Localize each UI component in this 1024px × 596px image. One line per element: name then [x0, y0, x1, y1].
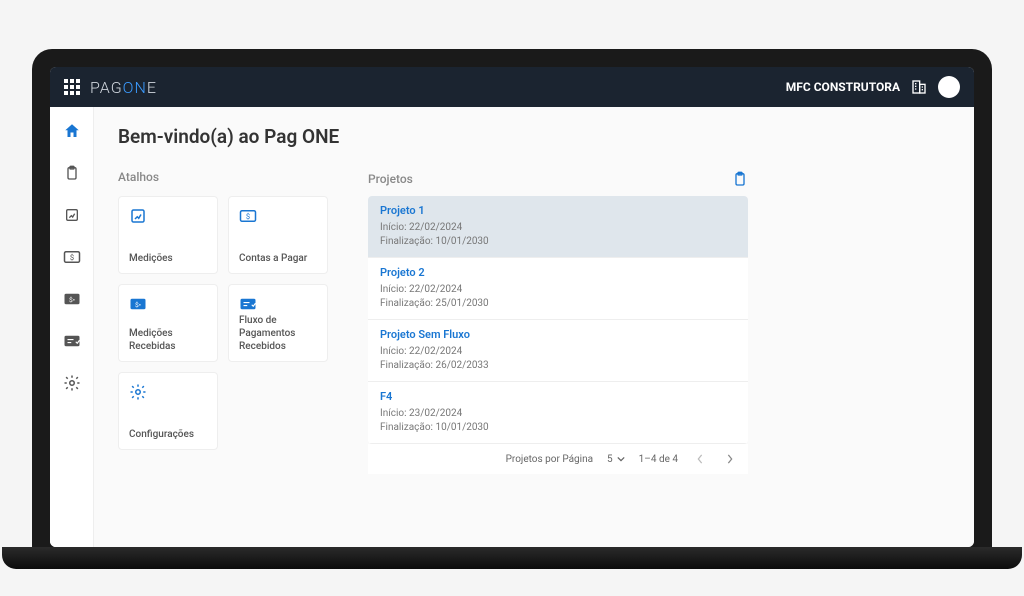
chevron-down-icon — [617, 456, 625, 462]
top-bar: PAGONE MFC CONSTRUTORA — [50, 67, 974, 107]
apps-grid-icon[interactable] — [64, 79, 80, 95]
sidebar-item-settings[interactable] — [58, 369, 86, 397]
project-title: Projeto Sem Fluxo — [380, 328, 736, 341]
project-start: Início: 23/02/2024 — [380, 407, 736, 421]
project-title: Projeto 2 — [380, 266, 736, 279]
project-list: Projeto 1Início: 22/02/2024Finalização: … — [368, 196, 748, 444]
building-icon[interactable] — [910, 79, 928, 95]
home-icon — [63, 122, 81, 140]
shortcut-label: Medições — [129, 252, 207, 265]
projects-section: Projetos Projeto 1Início: 22/02/2024Fina… — [368, 170, 748, 474]
shortcut-label: Configurações — [129, 428, 207, 441]
project-title: Projeto 1 — [380, 204, 736, 217]
brand-logo[interactable]: PAGONE — [90, 78, 157, 97]
project-start: Início: 22/02/2024 — [380, 283, 736, 297]
projects-title: Projetos — [368, 172, 413, 186]
shortcut-medicoes[interactable]: Medições — [118, 196, 218, 274]
project-end: Finalização: 10/01/2030 — [380, 235, 736, 249]
company-name: MFC CONSTRUTORA — [786, 80, 900, 94]
shortcuts-section: Atalhos Medições $ Contas a Pagar — [118, 170, 328, 474]
per-page-value: 5 — [607, 454, 613, 465]
shortcut-label: Medições Recebidas — [129, 327, 207, 353]
money-filled-icon: $• — [129, 295, 147, 313]
per-page-label: Projetos por Página — [506, 454, 593, 465]
shortcut-configuracoes[interactable]: Configurações — [118, 372, 218, 450]
svg-text:$: $ — [246, 212, 250, 221]
svg-text:$•: $• — [68, 296, 74, 304]
project-end: Finalização: 25/01/2030 — [380, 297, 736, 311]
shortcut-fluxo-pagamentos[interactable]: Fluxo de Pagamentos Recebidos — [228, 284, 328, 362]
project-end: Finalização: 10/01/2030 — [380, 421, 736, 435]
main-content: Bem-vindo(a) ao Pag ONE Atalhos Medições… — [94, 107, 974, 547]
gear-icon — [129, 383, 147, 401]
shortcut-contas-pagar[interactable]: $ Contas a Pagar — [228, 196, 328, 274]
sidebar-item-checklist[interactable] — [58, 327, 86, 355]
sidebar-item-money[interactable]: $ — [58, 243, 86, 271]
project-start: Início: 22/02/2024 — [380, 345, 736, 359]
brand-e: E — [147, 78, 157, 97]
next-page-button[interactable] — [722, 452, 738, 466]
page-range: 1–4 de 4 — [639, 454, 678, 465]
prev-page-button[interactable] — [692, 452, 708, 466]
clipboard-icon[interactable] — [732, 170, 748, 188]
laptop-frame: PAGONE MFC CONSTRUTORA — [32, 49, 992, 547]
clipboard-icon — [64, 164, 80, 182]
chevron-right-icon — [726, 454, 734, 464]
sidebar-item-money-filled[interactable]: $• — [58, 285, 86, 313]
project-title: F4 — [380, 390, 736, 403]
sidebar: $ $• — [50, 107, 94, 547]
shortcut-label: Contas a Pagar — [239, 252, 317, 265]
project-row[interactable]: Projeto Sem Fluxo Início: 22/02/2024Final… — [368, 320, 748, 382]
money-filled-icon: $• — [63, 292, 81, 306]
project-row[interactable]: Projeto 2 Início: 22/02/2024Finalização: … — [368, 258, 748, 320]
avatar[interactable] — [938, 76, 960, 98]
shortcut-medicoes-recebidas[interactable]: $• Medições Recebidas — [118, 284, 218, 362]
project-row[interactable]: F4 Início: 23/02/2024Finalização: 10/01/2… — [368, 382, 748, 444]
shortcut-label: Fluxo de Pagamentos Recebidos — [239, 314, 317, 353]
sidebar-item-home[interactable] — [58, 117, 86, 145]
svg-text:$: $ — [69, 253, 73, 262]
sidebar-item-clipboard[interactable] — [58, 159, 86, 187]
per-page-select[interactable]: 5 — [607, 454, 625, 465]
project-end: Finalização: 26/02/2033 — [380, 359, 736, 373]
brand-on: ON — [123, 78, 147, 97]
screen: PAGONE MFC CONSTRUTORA — [50, 67, 974, 547]
measure-icon — [129, 207, 147, 225]
page-title: Bem-vindo(a) ao Pag ONE — [118, 125, 950, 148]
project-row[interactable]: Projeto 1 Início: 22/02/2024Finalização: … — [368, 196, 748, 258]
chevron-left-icon — [696, 454, 704, 464]
money-icon: $ — [63, 250, 81, 264]
shortcuts-title: Atalhos — [118, 170, 328, 184]
brand-pag: PAG — [90, 78, 123, 97]
measure-icon — [64, 207, 80, 223]
money-icon: $ — [239, 207, 257, 225]
svg-text:$•: $• — [135, 301, 141, 309]
gear-icon — [63, 374, 81, 392]
sidebar-item-measure[interactable] — [58, 201, 86, 229]
project-start: Início: 22/02/2024 — [380, 221, 736, 235]
checklist-icon — [239, 295, 257, 313]
checklist-icon — [63, 334, 81, 348]
pagination: Projetos por Página 5 1–4 de 4 — [368, 444, 748, 474]
